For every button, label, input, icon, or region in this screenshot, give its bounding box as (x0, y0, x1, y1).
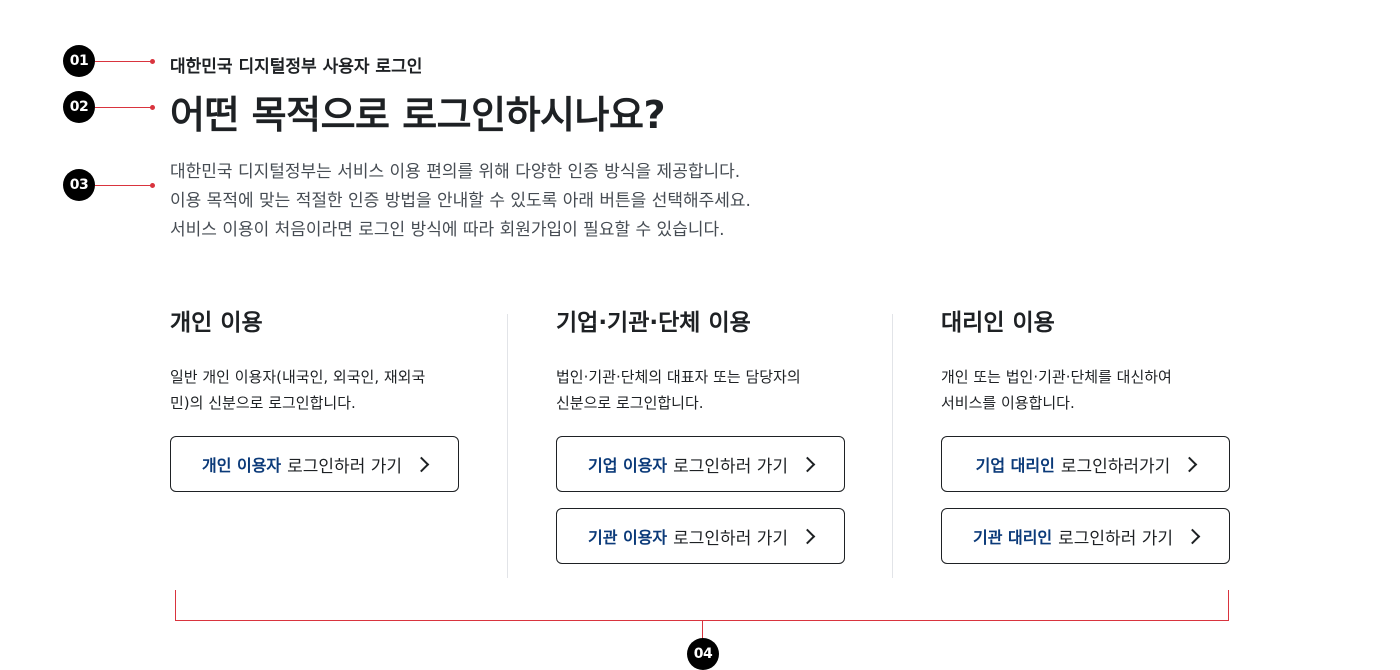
button-strong-label: 기관 이용자 (587, 528, 668, 547)
annotation-leader-02 (95, 105, 155, 110)
column-organization: 기업·기관·단체 이용 법인·기관·단체의 대표자 또는 담당자의 신분으로 로… (556, 306, 856, 580)
button-label: 로그인하러 가기 (1058, 528, 1174, 549)
button-label: 로그인하러 가기 (673, 456, 789, 477)
column-title: 기업·기관·단체 이용 (556, 310, 751, 336)
page-eyebrow: 대한민국 디지털정부 사용자 로그인 (170, 57, 423, 77)
column-title: 개인 이용 (170, 310, 263, 336)
institution-agent-login-button[interactable]: 기관 대리인 로그인하러 가기 (941, 508, 1230, 564)
chevron-right-icon (799, 456, 816, 472)
column-description-line: 신분으로 로그인합니다. (556, 394, 704, 412)
button-label: 로그인하러 가기 (673, 528, 789, 549)
button-label: 로그인하러 가기 (287, 456, 403, 477)
annotation-leader-01 (95, 59, 155, 64)
column-description-line: 민)의 신분으로 로그인합니다. (170, 394, 356, 412)
description-line: 대한민국 디지털정부는 서비스 이용 편의를 위해 다양한 인증 방식을 제공합… (170, 162, 741, 182)
corporate-agent-login-button[interactable]: 기업 대리인 로그인하러가기 (941, 436, 1230, 492)
personal-user-login-button[interactable]: 개인 이용자 로그인하러 가기 (170, 436, 459, 492)
column-personal: 개인 이용 일반 개인 이용자(내국인, 외국인, 재외국 민)의 신분으로 로… (170, 306, 470, 508)
column-description: 개인 또는 법인·기관·단체를 대신하여 서비스를 이용합니다. (941, 364, 1241, 436)
chevron-right-icon (799, 528, 816, 544)
institution-user-login-button[interactable]: 기관 이용자 로그인하러 가기 (556, 508, 845, 564)
annotation-bracket (175, 590, 1229, 621)
column-divider (507, 314, 508, 578)
column-agent: 대리인 이용 개인 또는 법인·기관·단체를 대신하여 서비스를 이용합니다. … (941, 306, 1241, 580)
column-divider (892, 314, 893, 578)
annotation-bracket-stem (702, 621, 703, 639)
description-line: 이용 목적에 맞는 적절한 인증 방법을 안내할 수 있도록 아래 버튼을 선택… (170, 191, 751, 211)
page-title: 어떤 목적으로 로그인하시나요? (170, 93, 665, 137)
chevron-right-icon (413, 456, 430, 472)
column-description: 법인·기관·단체의 대표자 또는 담당자의 신분으로 로그인합니다. (556, 364, 856, 436)
annotation-marker-02: 02 (63, 91, 95, 123)
button-strong-label: 개인 이용자 (201, 456, 282, 475)
annotation-marker-01: 01 (63, 45, 95, 77)
description-line: 서비스 이용이 처음이라면 로그인 방식에 따라 회원가입이 필요할 수 있습니… (170, 220, 725, 240)
button-strong-label: 기업 이용자 (587, 456, 668, 475)
chevron-right-icon (1184, 528, 1201, 544)
column-description-line: 서비스를 이용합니다. (941, 394, 1075, 412)
button-strong-label: 기업 대리인 (975, 456, 1055, 475)
column-description: 일반 개인 이용자(내국인, 외국인, 재외국 민)의 신분으로 로그인합니다. (170, 364, 470, 436)
column-description-line: 일반 개인 이용자(내국인, 외국인, 재외국 (170, 368, 426, 386)
annotation-marker-03: 03 (63, 169, 95, 201)
chevron-right-icon (1182, 456, 1198, 472)
column-description-line: 법인·기관·단체의 대표자 또는 담당자의 (556, 368, 801, 386)
button-label: 로그인하러가기 (1060, 456, 1171, 477)
annotation-marker-04: 04 (687, 638, 719, 670)
corporate-user-login-button[interactable]: 기업 이용자 로그인하러 가기 (556, 436, 845, 492)
button-strong-label: 기관 대리인 (972, 528, 1053, 547)
page-description: 대한민국 디지털정부는 서비스 이용 편의를 위해 다양한 인증 방식을 제공합… (170, 158, 751, 245)
annotation-leader-03 (95, 183, 155, 188)
column-title: 대리인 이용 (941, 310, 1055, 336)
column-description-line: 개인 또는 법인·기관·단체를 대신하여 (941, 368, 1172, 386)
